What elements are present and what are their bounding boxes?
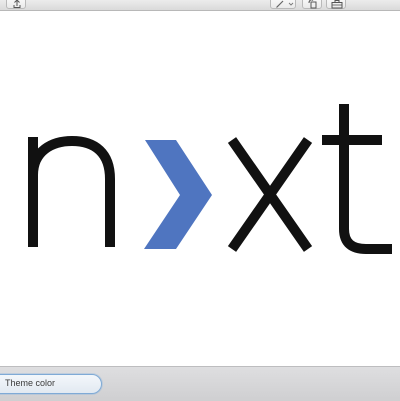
document-canvas	[0, 11, 400, 366]
chevron-down-icon	[288, 2, 294, 6]
nxt-logo	[28, 104, 392, 254]
share-icon	[13, 0, 21, 8]
toolbox-button[interactable]	[326, 0, 346, 9]
window-toolbar	[0, 0, 400, 11]
chevron-right-icon	[144, 140, 212, 249]
rotate-icon	[308, 0, 317, 9]
share-button[interactable]	[6, 0, 26, 9]
theme-color-button[interactable]: Theme color	[0, 374, 102, 394]
markup-pen-button[interactable]	[270, 0, 296, 9]
logo-letter-x	[227, 137, 313, 252]
logo-letter-n	[28, 135, 115, 247]
theme-color-label: Theme color	[5, 378, 56, 388]
toolbox-icon	[331, 0, 343, 9]
logo-letter-t	[322, 104, 392, 254]
bottom-panel: Theme color	[0, 366, 400, 401]
pen-icon	[276, 0, 294, 8]
rotate-button[interactable]	[302, 0, 322, 9]
